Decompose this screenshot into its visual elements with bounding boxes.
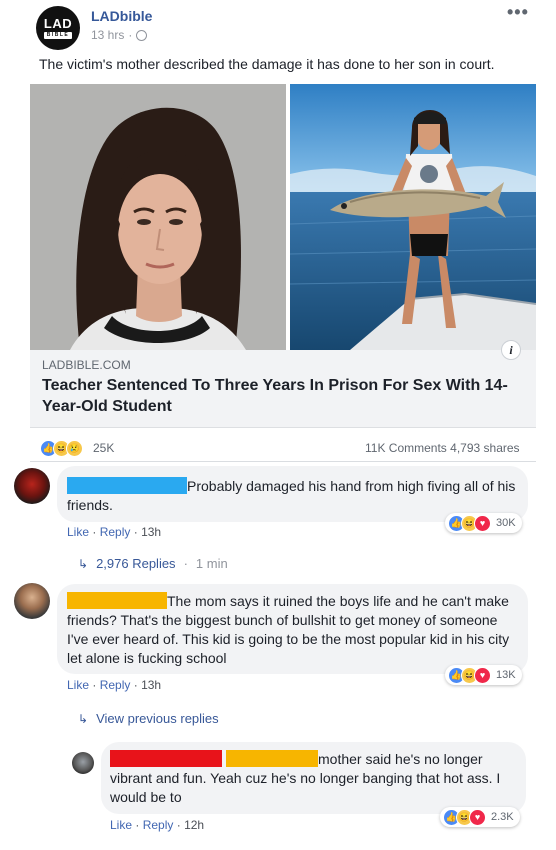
engagement-counts: 11K Comments 4,793 shares [365,441,520,455]
reply-arrow-icon: ↳ [78,556,89,571]
redacted-name[interactable] [67,477,187,494]
like-button[interactable]: Like [67,678,89,692]
globe-icon [136,29,148,41]
post-time[interactable]: 13 hrs [91,28,124,42]
mugshot-photo[interactable] [30,84,286,350]
reply-text: mother said he's no longer vibrant and f… [110,750,501,805]
reaction-count[interactable]: 25K [93,441,114,455]
commenter-avatar[interactable] [14,583,50,619]
commenter-avatar[interactable] [14,468,50,504]
reply-time[interactable]: 12h [184,818,204,832]
love-reaction-icon: ♥ [474,666,491,684]
divider [30,461,536,462]
reply-arrow-icon: ↳ [78,711,89,726]
reply-reactions[interactable]: 👍 😆 ♥ 2.3K [440,807,520,827]
link-title[interactable]: Teacher Sentenced To Three Years In Pris… [42,375,522,417]
post-reactions[interactable]: 👍 😆 😢 [40,440,83,457]
love-reaction-icon: ♥ [474,514,491,532]
shares-count[interactable]: 4,793 shares [450,441,519,455]
comment-text: Probably damaged his hand from high fivi… [67,477,516,513]
comment-reactions[interactable]: 👍 😆 ♥ 13K [445,665,522,685]
view-previous-replies-link[interactable]: ↳ View previous replies [78,711,219,726]
comment-reactions[interactable]: 👍 😆 ♥ 30K [445,513,522,533]
replier-avatar[interactable] [72,752,94,774]
like-button[interactable]: Like [67,525,89,539]
comment-time[interactable]: 13h [141,678,161,692]
sad-reaction-icon: 😢 [66,440,83,457]
redacted-name[interactable] [226,750,318,767]
comment-text: The mom says it ruined the boys life and… [67,592,510,666]
comment-time[interactable]: 13h [141,525,161,539]
redacted-name[interactable] [67,592,167,609]
like-button[interactable]: Like [110,818,132,832]
reply-button[interactable]: Reply [143,818,174,832]
love-reaction-icon: ♥ [469,808,486,826]
redacted-name[interactable] [110,750,222,767]
comments-count[interactable]: 11K Comments [365,441,447,455]
comment-actions: Like · Reply · 13h [67,525,162,539]
fishing-photo[interactable] [290,84,536,350]
page-name-link[interactable]: LADbible [91,8,152,24]
view-replies-link[interactable]: ↳ 2,976 Replies · 1 min [78,556,228,571]
post-meta: 13 hrs · [91,28,148,42]
reply-actions: Like · Reply · 12h [110,818,205,832]
page-avatar[interactable]: LAD BIBLE [36,6,80,50]
info-icon[interactable]: i [501,340,521,360]
post-caption: The victim's mother described the damage… [39,56,495,72]
more-dots-icon[interactable]: ••• [507,2,529,23]
reply-button[interactable]: Reply [100,678,131,692]
reply-button[interactable]: Reply [100,525,131,539]
link-domain: LADBIBLE.COM [42,358,131,372]
comment-actions: Like · Reply · 13h [67,678,162,692]
